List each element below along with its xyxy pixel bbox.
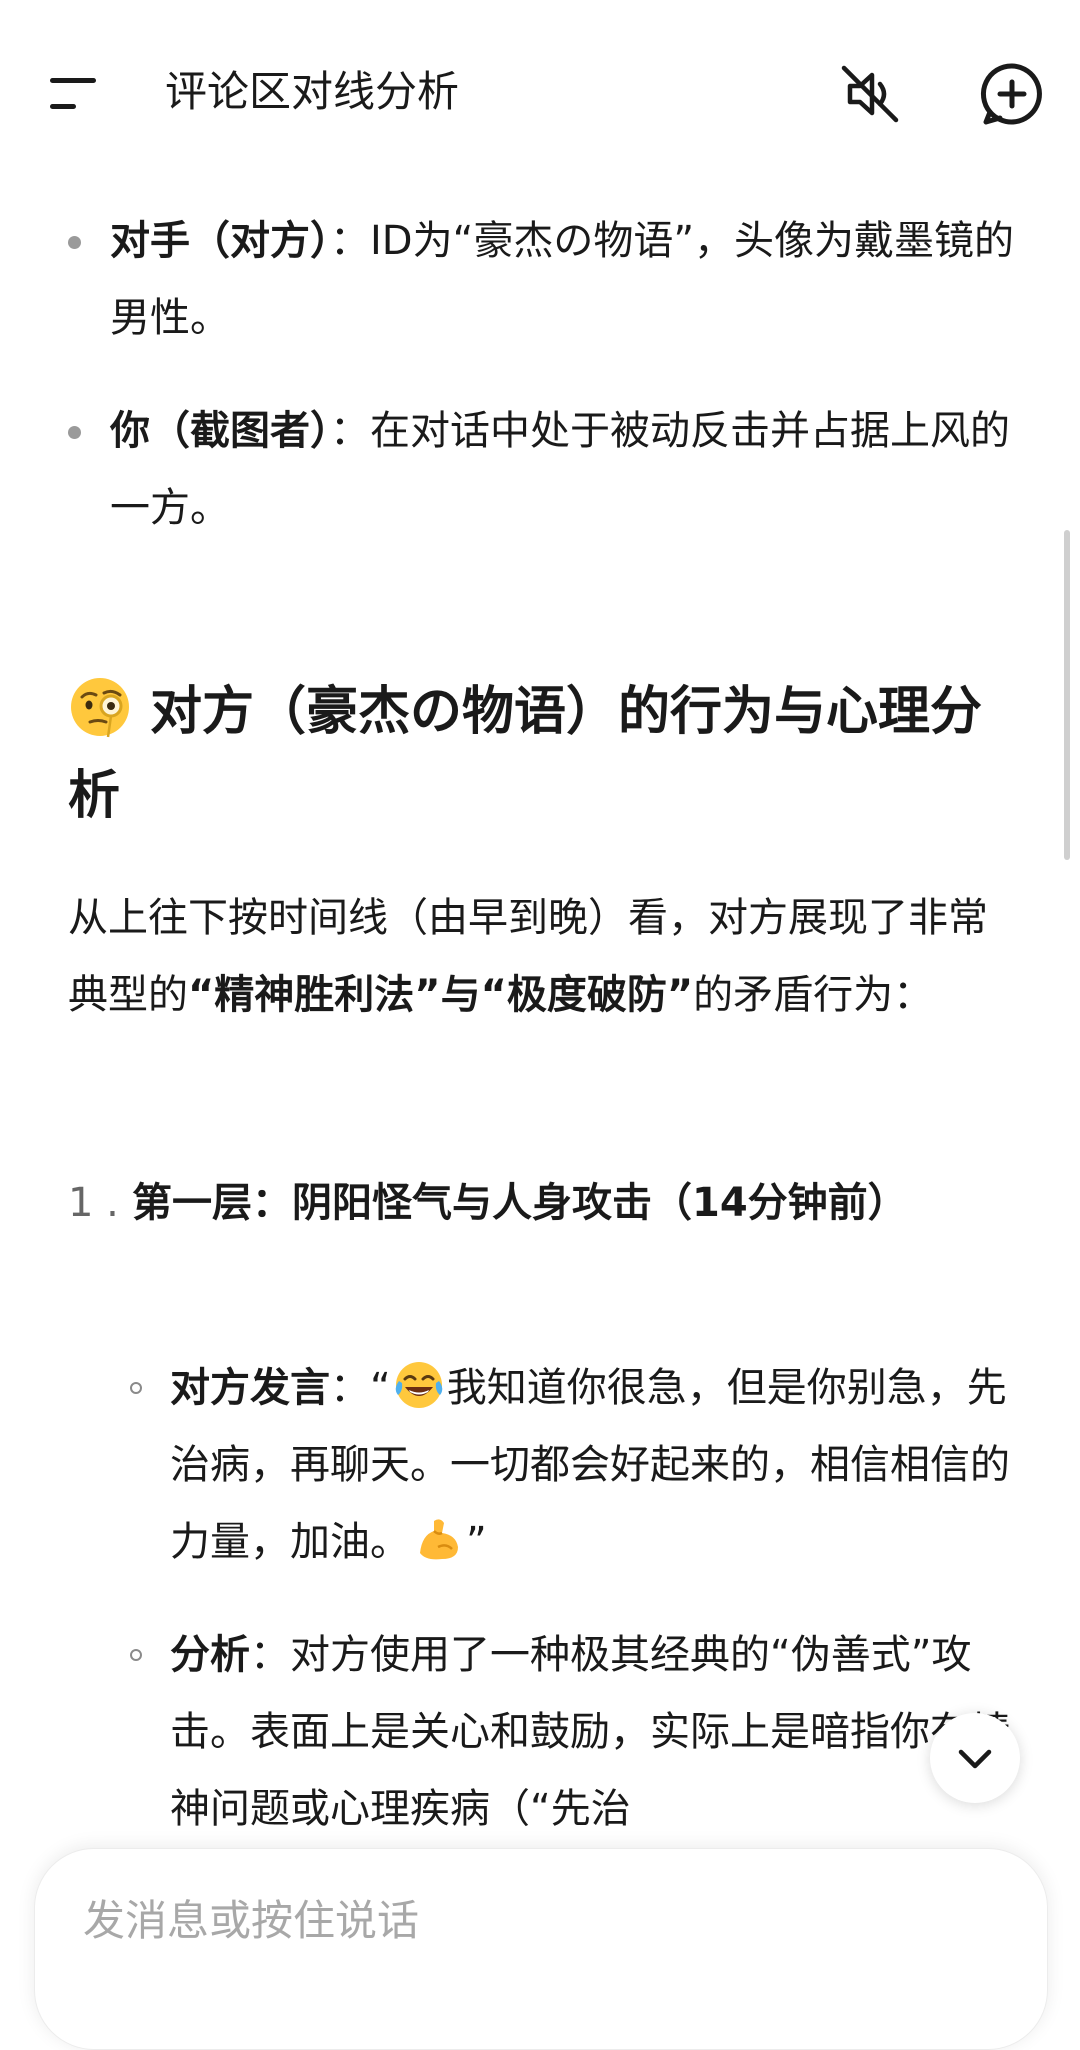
section-heading: 对方（豪杰の物语）的行为与心理分析 [68, 670, 1008, 838]
scroll-to-bottom-button[interactable] [930, 1713, 1020, 1803]
menu-icon-line [50, 104, 76, 109]
bullet-text: 对手（对方）：ID为“豪杰の物语”，头像为戴墨镜的男性。 [110, 203, 1040, 357]
sub-item-label: 分析 [170, 1632, 250, 1678]
menu-icon [50, 78, 96, 83]
chat-content[interactable]: 对手（对方）：ID为“豪杰の物语”，头像为戴墨镜的男性。 你（截图者）：在对话中… [0, 190, 1080, 1850]
bullet-dot [68, 426, 81, 439]
bullet-label: 对手（对方） [110, 218, 330, 264]
page-title: 评论区对线分析 [165, 67, 460, 116]
speaker-mute-icon [841, 65, 899, 123]
sub-item-text: 分析：对方使用了一种极其经典的“伪善式”攻击。表面上是关心和鼓励，实际上是暗指你… [170, 1617, 1020, 1848]
bullet-label: 你（截图者） [110, 408, 330, 454]
intro-paragraph: 从上往下按时间线（由早到晚）看，对方展现了非常典型的“精神胜利法”与“极度破防”… [68, 880, 1018, 1034]
item-number: 1 . [68, 1180, 119, 1226]
top-bar: 评论区对线分析 [0, 0, 1080, 190]
bullet-ring [130, 1649, 142, 1661]
heading-text: 对方（豪杰の物语）的行为与心理分析 [68, 682, 983, 826]
sub-item-label: 对方发言 [170, 1365, 330, 1411]
quote-close: ” [466, 1519, 487, 1565]
scrollbar[interactable] [1064, 530, 1070, 860]
flexed-biceps-emoji [420, 1519, 458, 1560]
quote-open: ：“ [330, 1365, 391, 1411]
sub-item-text: 对方发言：“ 我知道你很急，但是你别急，先治病，再聊天。一切都会好起来的，相信相… [170, 1350, 1020, 1581]
message-input[interactable] [81, 1889, 985, 1951]
menu-button[interactable] [40, 64, 104, 124]
sub-item-body: ：对方使用了一种极其经典的“伪善式”攻击。表面上是关心和鼓励，实际上是暗指你有精… [170, 1632, 1010, 1832]
intro-after: 的矛盾行为： [693, 972, 934, 1018]
bullet-text: 你（截图者）：在对话中处于被动反击并占据上风的一方。 [110, 393, 1040, 547]
chevron-down-icon [958, 1749, 992, 1769]
message-composer [34, 1848, 1048, 2050]
monocle-face-emoji [71, 678, 129, 738]
intro-bold: “精神胜利法”与“极度破防” [188, 972, 694, 1018]
new-chat-button[interactable] [978, 60, 1046, 128]
new-chat-icon [981, 63, 1042, 125]
item-title: 第一层：阴阳怪气与人身攻击（14分钟前） [132, 1180, 908, 1226]
bullet-dot [68, 236, 81, 249]
bullet-ring [130, 1382, 142, 1394]
tears-of-joy-emoji [395, 1362, 443, 1408]
mute-button[interactable] [836, 60, 904, 128]
